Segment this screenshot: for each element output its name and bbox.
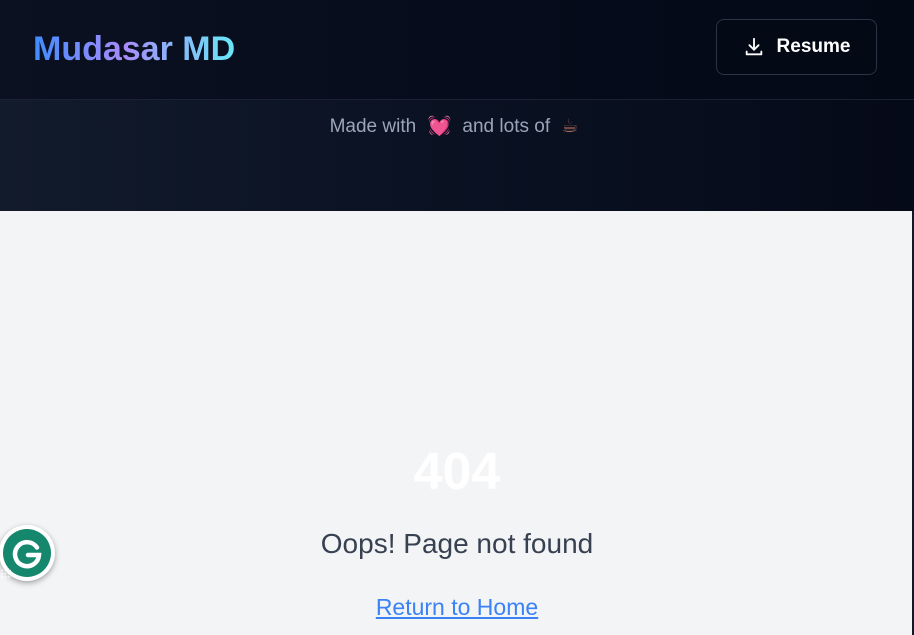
brand-logo-text[interactable]: Mudasar MD [33,27,235,71]
footer-credits-band: Made with 💓 and lots of ☕ [0,100,914,211]
made-with-credit: Made with 💓 and lots of ☕ [0,114,914,139]
made-with-text: Made with [329,116,417,137]
error-code: 404 [413,443,501,501]
coffee-icon: ☕ [561,115,579,137]
heart-icon: 💓 [427,115,452,137]
resume-download-button[interactable]: Resume [716,19,877,75]
download-icon [743,36,765,58]
error-message: Oops! Page not found [320,528,594,559]
and-lots-of-text: and lots of [462,116,551,137]
grammarly-dots [1,569,11,579]
resume-button-label: Resume [776,36,851,57]
top-navbar: Mudasar MD Resume [0,0,914,100]
return-home-link[interactable]: Return to Home [376,594,538,620]
grammarly-icon[interactable] [0,525,55,581]
return-home-container: Return to Home [0,593,914,621]
